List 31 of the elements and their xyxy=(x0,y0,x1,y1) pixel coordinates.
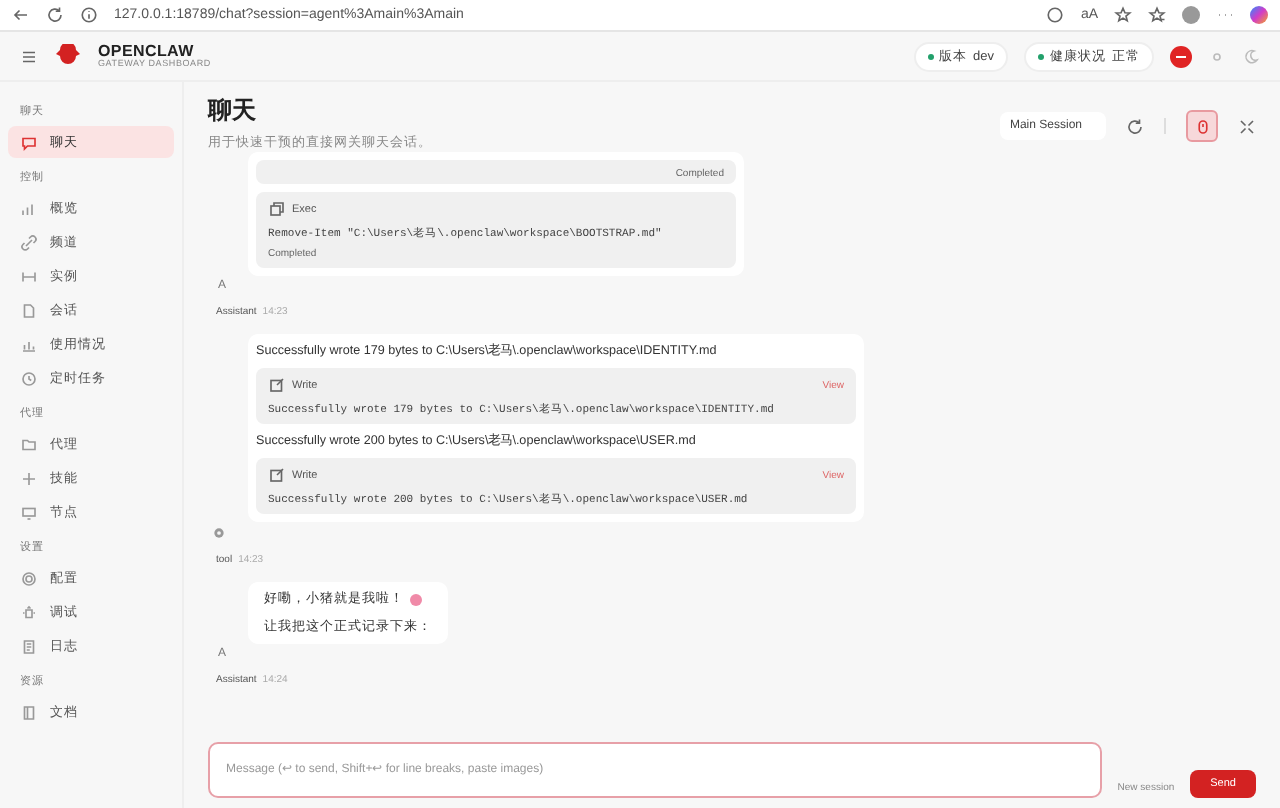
brand-name: OPENCLAW xyxy=(98,43,194,60)
nav-icon xyxy=(20,603,38,621)
nav-icon xyxy=(20,301,38,319)
refresh-icon[interactable] xyxy=(1126,117,1144,135)
nav-icon xyxy=(20,703,38,721)
profile-avatar[interactable] xyxy=(1182,6,1200,24)
back-icon[interactable] xyxy=(12,6,30,24)
copy-icon xyxy=(268,200,286,218)
nav-icon xyxy=(20,503,38,521)
stop-button[interactable] xyxy=(1170,45,1192,67)
nav-icon xyxy=(20,435,38,453)
emoji-icon xyxy=(410,593,422,605)
nav-icon xyxy=(20,637,38,655)
info-icon xyxy=(80,6,98,24)
edit-icon xyxy=(268,376,286,394)
favorites-icon[interactable] xyxy=(1148,6,1166,24)
page-title: 聊天 xyxy=(208,94,258,128)
nav-icon xyxy=(20,267,38,285)
nav-icon xyxy=(20,133,38,151)
nav-icon xyxy=(20,369,38,387)
nav-icon xyxy=(20,199,38,217)
focus-button[interactable] xyxy=(1186,110,1218,142)
reload-icon[interactable] xyxy=(46,6,64,24)
edit-icon xyxy=(268,466,286,484)
menu-icon[interactable] xyxy=(20,47,38,65)
nav-icon xyxy=(20,469,38,487)
collapse-icon[interactable] xyxy=(1238,117,1256,135)
nav-icon xyxy=(20,233,38,251)
nav-icon xyxy=(20,569,38,587)
star-icon[interactable] xyxy=(1114,6,1132,24)
logo-icon xyxy=(54,44,82,68)
